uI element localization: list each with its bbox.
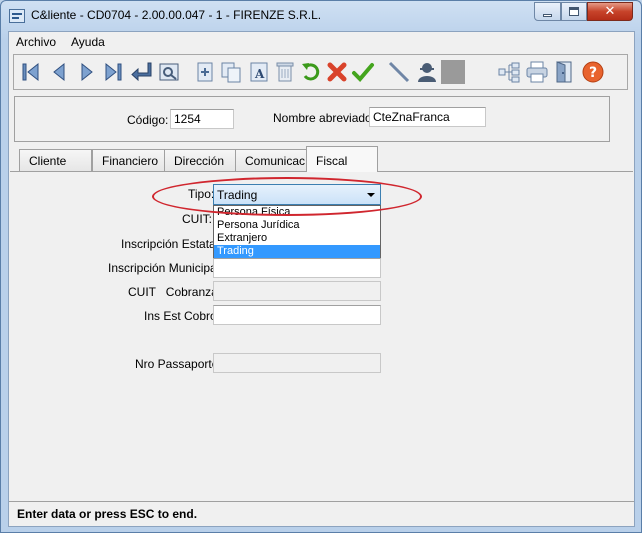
option-persona-fisica[interactable]: Persona Física [214,206,380,219]
menu-ayuda[interactable]: Ayuda [71,35,105,49]
tab-financiero[interactable]: Financiero [92,149,165,171]
minimize-icon [543,14,552,17]
minimize-button[interactable] [534,2,561,21]
last-record-button[interactable] [100,59,126,85]
chevron-down-icon[interactable] [367,193,375,197]
enter-button[interactable] [128,59,154,85]
close-icon: ✕ [604,4,616,19]
status-text: Enter data or press ESC to end. [17,507,198,521]
svg-text:?: ? [589,65,597,81]
text-format-icon: A [250,62,268,82]
title-bar[interactable]: C&liente - CD0704 - 2.00.00.047 - 1 - FI… [1,1,641,31]
cuit-cobranza-label: CUIT Cobranza: [128,285,222,299]
delete-icon [276,62,294,82]
user-icon [418,63,436,82]
nro-passaporte-field [213,353,381,373]
line-button[interactable] [386,59,412,85]
first-record-icon [22,62,39,82]
preview-icon [159,63,179,81]
last-record-icon [105,62,122,82]
previous-record-icon [53,62,65,82]
help-button[interactable]: ? [580,59,606,85]
nro-passaporte-label: Nro Passaporte: [135,357,222,371]
confirm-button[interactable] [350,59,376,85]
new-record-icon [197,62,213,82]
ins-est-cobro-label: Ins Est Cobro: [144,309,221,323]
codigo-field[interactable]: 1254 [170,109,234,129]
svg-text:A: A [254,67,265,81]
tree-icon [498,62,520,83]
preview-button[interactable] [156,59,182,85]
tipo-selected-value: Trading [217,188,258,202]
option-trading[interactable]: Trading [214,245,380,258]
cuit-cobranza-field [213,281,381,301]
undo-button[interactable] [298,59,324,85]
app-window: C&liente - CD0704 - 2.00.00.047 - 1 - FI… [0,0,642,533]
cancel-button[interactable] [324,59,350,85]
nombre-abreviado-label: Nombre abreviado: [273,111,376,125]
menu-archivo[interactable]: Archivo [16,35,56,49]
ins-est-cobro-field[interactable] [213,305,381,325]
tipo-dropdown[interactable]: Trading [213,184,381,205]
option-extranjero[interactable]: Extranjero [214,232,380,245]
blank-icon [441,60,465,84]
inscripcion-estatal-label: Inscripción Estatal: [121,237,222,251]
confirm-icon [352,63,374,82]
user-button[interactable] [414,59,440,85]
menu-bar: Archivo Ayuda [9,32,634,52]
line-icon [388,61,410,83]
tipo-options-list: Persona Física Persona Jurídica Extranje… [213,205,381,258]
inscripcion-municipal-label: Inscripción Municipal: [108,261,223,275]
copy-icon [221,62,241,83]
toolbar: A ? [13,54,628,90]
delete-button[interactable] [272,59,298,85]
tab-cliente[interactable]: Cliente [19,149,92,171]
tab-comunicac[interactable]: Comunicac [235,149,307,171]
text-format-button[interactable]: A [246,59,272,85]
codigo-label: Código: [127,113,169,127]
blank-button[interactable] [440,59,466,85]
help-icon: ? [582,61,604,83]
cancel-icon [327,62,347,82]
tree-button[interactable] [496,59,522,85]
tab-fiscal[interactable]: Fiscal [306,146,378,172]
previous-record-button[interactable] [46,59,72,85]
tipo-label: Tipo: [188,187,215,201]
maximize-icon [569,7,579,16]
print-button[interactable] [524,59,550,85]
client-area: Archivo Ayuda A ? Código: 1254 Nombre ab… [8,31,635,527]
header-panel: Código: 1254 Nombre abreviado: CteZnaFra… [14,96,610,142]
app-icon [9,9,25,23]
copy-button[interactable] [218,59,244,85]
window-title: C&liente - CD0704 - 2.00.00.047 - 1 - FI… [31,8,322,22]
nombre-abreviado-field[interactable]: CteZnaFranca [369,107,486,127]
print-icon [526,61,548,83]
status-bar: Enter data or press ESC to end. [9,501,634,526]
option-persona-juridica[interactable]: Persona Jurídica [214,219,380,232]
tab-direccion[interactable]: Dirección [164,149,236,171]
next-record-icon [81,62,93,82]
close-button[interactable]: ✕ [587,2,633,21]
exit-door-icon [556,61,572,83]
enter-icon [131,62,152,82]
first-record-button[interactable] [18,59,44,85]
next-record-button[interactable] [74,59,100,85]
undo-icon [302,63,320,81]
cuit-label: CUIT: [182,212,212,226]
inscripcion-municipal-field[interactable] [213,258,381,278]
maximize-button[interactable] [561,2,587,21]
exit-button[interactable] [552,59,578,85]
new-record-button[interactable] [192,59,218,85]
